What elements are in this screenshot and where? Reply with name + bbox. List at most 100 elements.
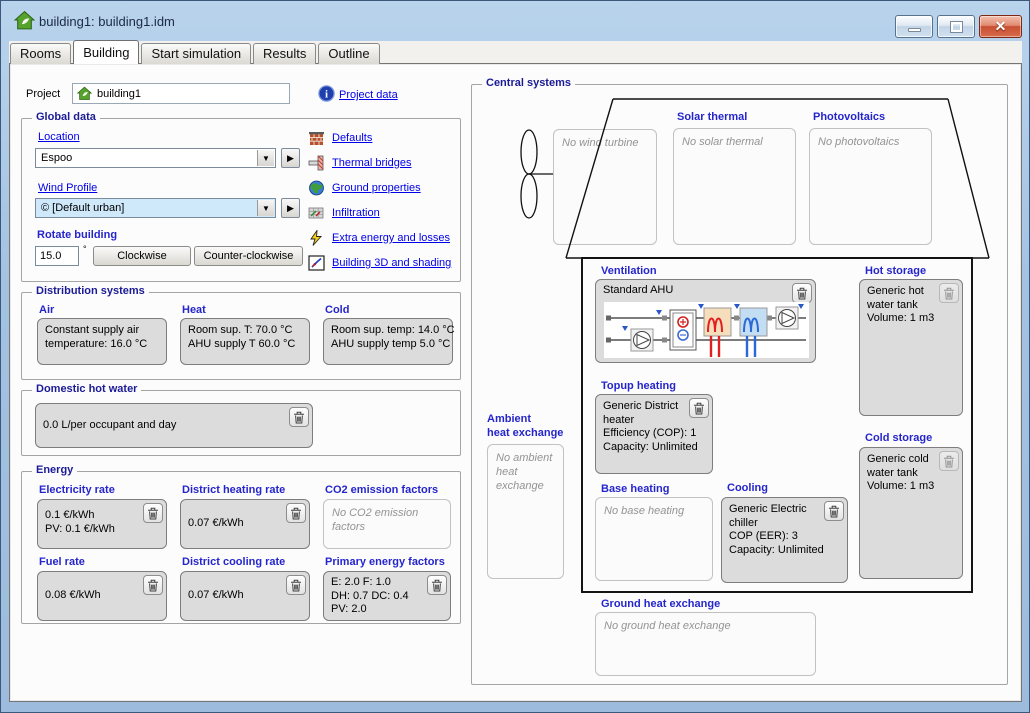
location-link[interactable]: Location (38, 131, 80, 143)
close-icon: ✕ (980, 18, 1021, 35)
tab-building[interactable]: Building (73, 40, 139, 64)
solar-thermal-empty-text: No solar thermal (682, 136, 763, 148)
tab-start-simulation[interactable]: Start simulation (141, 43, 251, 64)
application-window: building1: building1.idm ✕ Rooms Buildin… (0, 0, 1030, 713)
trash-icon (147, 579, 159, 592)
energy-title: Energy (32, 464, 77, 476)
district-heating-delete-button[interactable] (286, 503, 306, 523)
tab-outline[interactable]: Outline (318, 43, 379, 64)
defaults-link[interactable]: Defaults (332, 132, 372, 144)
ventilation-box[interactable]: Standard AHU (595, 279, 816, 363)
base-heating-empty-text: No base heating (604, 505, 684, 517)
minimize-icon (908, 28, 921, 32)
title-bar[interactable]: building1: building1.idm ✕ (1, 1, 1029, 41)
extra-energy-icon (308, 230, 325, 246)
close-button[interactable]: ✕ (979, 15, 1022, 38)
wind-profile-expand-button[interactable]: ▶ (281, 198, 300, 218)
cold-storage-box[interactable]: Generic cold water tank Volume: 1 m3 (859, 447, 963, 579)
minimize-button[interactable] (895, 15, 933, 38)
rotation-angle-input[interactable] (35, 246, 79, 266)
photovoltaics-header: Photovoltaics (813, 111, 885, 123)
heat-line-2: AHU supply T 60.0 °C (188, 338, 302, 352)
trash-icon (431, 579, 443, 592)
location-select[interactable]: Espoo ▼ (35, 148, 276, 168)
topup-heating-header: Topup heating (601, 380, 676, 392)
primary-energy-factors-header: Primary energy factors (325, 556, 445, 568)
extra-energy-and-losses-link[interactable]: Extra energy and losses (332, 232, 450, 244)
fuel-rate-box[interactable]: 0.08 €/kWh (37, 571, 167, 621)
electricity-rate-box[interactable]: 0.1 €/kWh PV: 0.1 €/kWh (37, 499, 167, 549)
ground-heat-exchange-slot[interactable]: No ground heat exchange (595, 612, 816, 676)
project-name-field[interactable]: building1 (72, 83, 290, 104)
heat-distribution-box[interactable]: Room sup. T: 70.0 °C AHU supply T 60.0 °… (180, 318, 310, 365)
primary-energy-factors-box[interactable]: E: 2.0 F: 1.0 DH: 0.7 DC: 0.4 PV: 2.0 (323, 571, 451, 621)
cold-storage-detail: Volume: 1 m3 (867, 480, 955, 494)
dhw-delete-button[interactable] (289, 407, 309, 427)
infiltration-link[interactable]: Infiltration (332, 207, 380, 219)
district-heating-rate-box[interactable]: 0.07 €/kWh (180, 499, 310, 549)
wind-profile-dropdown-arrow-icon[interactable]: ▼ (257, 200, 274, 216)
wind-profile-select[interactable]: © [Default urban] ▼ (35, 198, 276, 218)
photovoltaics-empty-text: No photovoltaics (818, 136, 899, 148)
building-3d-and-shading-link[interactable]: Building 3D and shading (332, 257, 451, 269)
wind-profile-link[interactable]: Wind Profile (38, 182, 97, 194)
window-title: building1: building1.idm (39, 14, 175, 29)
co2-emission-factors-box[interactable]: No CO2 emission factors (323, 499, 451, 549)
district-cooling-delete-button[interactable] (286, 575, 306, 595)
location-expand-button[interactable]: ▶ (281, 148, 300, 168)
electricity-delete-button[interactable] (143, 503, 163, 523)
clockwise-button[interactable]: Clockwise (93, 246, 191, 266)
ambient-heat-exchange-slot[interactable]: No ambient heat exchange (487, 444, 564, 579)
tab-rooms[interactable]: Rooms (10, 43, 71, 64)
trash-icon (693, 402, 705, 415)
topup-heating-box[interactable]: Generic District heater Efficiency (COP)… (595, 394, 713, 474)
cold-line-1: Room sup. temp: 14.0 °C (331, 324, 445, 338)
trash-icon (828, 505, 840, 518)
infiltration-row: Infiltration (308, 204, 380, 222)
project-data-link[interactable]: Project data (339, 89, 398, 101)
ambient-header-line-1: Ambient (487, 412, 563, 426)
wind-turbine-empty-text: No wind turbine (562, 137, 638, 149)
topup-heating-delete-button[interactable] (689, 398, 709, 418)
air-distribution-box[interactable]: Constant supply air temperature: 16.0 °C (37, 318, 167, 365)
thermal-bridges-link[interactable]: Thermal bridges (332, 157, 411, 169)
hot-storage-delete-button[interactable] (939, 283, 959, 303)
cooling-line-2: Capacity: Unlimited (729, 544, 840, 558)
primary-energy-delete-button[interactable] (427, 575, 447, 595)
solar-thermal-slot[interactable]: No solar thermal (673, 128, 796, 245)
thermal-bridges-row: Thermal bridges (308, 154, 411, 172)
ground-properties-link[interactable]: Ground properties (332, 182, 421, 194)
cooling-delete-button[interactable] (824, 501, 844, 521)
location-dropdown-arrow-icon[interactable]: ▼ (257, 150, 274, 166)
svg-text:i: i (325, 89, 328, 101)
primary-line-3: PV: 2.0 (331, 603, 443, 617)
topup-heating-line-2: Capacity: Unlimited (603, 441, 705, 455)
location-value: Espoo (41, 152, 72, 164)
tab-results[interactable]: Results (253, 43, 316, 64)
domestic-hot-water-box[interactable]: 0.0 L/per occupant and day (35, 403, 313, 448)
project-label: Project (26, 88, 60, 100)
district-heating-rate-header: District heating rate (182, 484, 285, 496)
extra-energy-row: Extra energy and losses (308, 229, 450, 247)
air-line-2: temperature: 16.0 °C (45, 338, 159, 352)
maximize-button[interactable] (937, 15, 975, 38)
base-heating-slot[interactable]: No base heating (595, 497, 713, 581)
cooling-box[interactable]: Generic Electric chiller COP (EER): 3 Ca… (721, 497, 848, 583)
degree-unit: ° (83, 244, 87, 254)
cold-distribution-box[interactable]: Room sup. temp: 14.0 °C AHU supply temp … (323, 318, 453, 365)
rotate-building-header: Rotate building (37, 229, 117, 241)
cold-storage-delete-button[interactable] (939, 451, 959, 471)
trash-icon (147, 507, 159, 520)
counter-clockwise-button[interactable]: Counter-clockwise (194, 246, 303, 266)
wind-turbine-slot[interactable]: No wind turbine (553, 129, 657, 245)
photovoltaics-slot[interactable]: No photovoltaics (809, 128, 932, 245)
ventilation-delete-button[interactable] (792, 283, 812, 303)
district-cooling-rate-box[interactable]: 0.07 €/kWh (180, 571, 310, 621)
thermal-bridges-icon (308, 155, 325, 171)
domestic-hot-water-title: Domestic hot water (32, 383, 141, 395)
global-data-title: Global data (32, 111, 100, 123)
ambient-header-line-2: heat exchange (487, 426, 563, 440)
hot-storage-box[interactable]: Generic hot water tank Volume: 1 m3 (859, 279, 963, 416)
fuel-delete-button[interactable] (143, 575, 163, 595)
cold-header: Cold (325, 304, 349, 316)
